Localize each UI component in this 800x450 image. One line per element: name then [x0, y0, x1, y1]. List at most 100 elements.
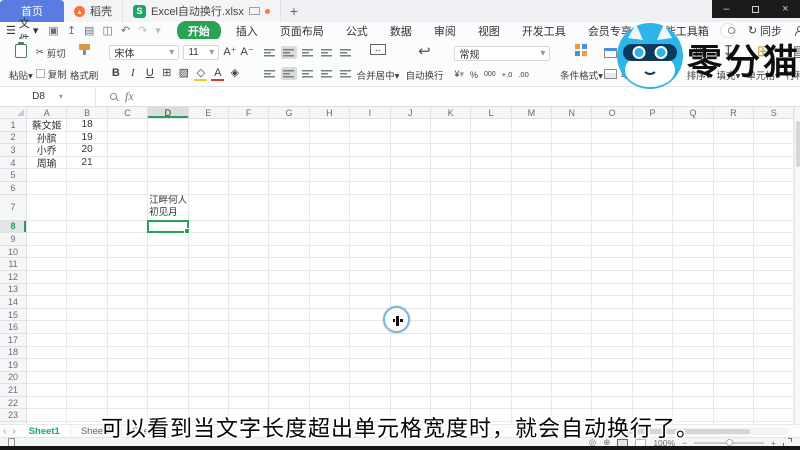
cell-B18[interactable] [67, 346, 108, 360]
cell-R13[interactable] [713, 283, 755, 297]
cell-G10[interactable] [269, 245, 310, 259]
cell-Q17[interactable] [673, 333, 714, 347]
cell-K5[interactable] [430, 169, 472, 182]
cell-P4[interactable] [632, 156, 674, 170]
cell-E12[interactable] [188, 270, 229, 284]
cell-E13[interactable] [188, 283, 229, 297]
cell-F21[interactable] [228, 384, 270, 397]
cell-D4[interactable] [148, 156, 189, 170]
cell-A19[interactable] [27, 359, 68, 372]
cell-M10[interactable] [511, 245, 553, 259]
cell-C21[interactable] [107, 384, 149, 397]
cell-L6[interactable] [471, 181, 512, 195]
cell-D18[interactable] [148, 346, 189, 360]
cell-D21[interactable] [148, 384, 189, 397]
column-header-G[interactable]: G [269, 107, 310, 119]
cell-H18[interactable] [309, 346, 351, 360]
conditional-format-button[interactable]: 条件格式▾ [558, 42, 604, 84]
cell-Q3[interactable] [673, 144, 714, 157]
tab-document[interactable]: S Excel自动换行.xlsx [123, 0, 281, 22]
minimize-button[interactable]: – [723, 3, 729, 15]
cell-H20[interactable] [309, 371, 351, 385]
cell-A4[interactable]: 周瑜 [27, 156, 68, 170]
cell-D19[interactable] [148, 359, 189, 372]
cell-Q21[interactable] [673, 384, 714, 397]
cell-B4[interactable]: 21 [67, 156, 108, 170]
cell-B14[interactable] [67, 296, 108, 309]
row-header-18[interactable]: 18 [0, 346, 27, 360]
cell-R22[interactable] [713, 396, 755, 410]
cell-C12[interactable] [107, 270, 149, 284]
column-header-H[interactable]: H [309, 107, 351, 119]
cell-E17[interactable] [188, 333, 229, 347]
row-header-10[interactable]: 10 [0, 245, 27, 259]
menu-tab-数据[interactable]: 数据 [390, 23, 412, 39]
italic-button[interactable]: I [126, 66, 139, 81]
cell-I21[interactable] [350, 384, 391, 397]
align-middle-button[interactable] [280, 46, 297, 59]
cell-N10[interactable] [552, 245, 593, 259]
cell-N4[interactable] [552, 156, 593, 170]
cell-S22[interactable] [754, 396, 795, 410]
cell-K17[interactable] [430, 333, 472, 347]
export-icon[interactable]: ↥ [67, 24, 76, 37]
column-header-N[interactable]: N [552, 107, 593, 119]
cell-A22[interactable] [27, 396, 68, 410]
cell-S11[interactable] [754, 258, 795, 271]
cell-Q16[interactable] [673, 321, 714, 334]
cell-H21[interactable] [309, 384, 351, 397]
cell-G8[interactable] [269, 220, 310, 234]
cell-S14[interactable] [754, 296, 795, 309]
cell-C6[interactable] [107, 181, 149, 195]
cell-O8[interactable] [592, 220, 633, 234]
cell-C16[interactable] [107, 321, 149, 334]
menu-tab-开发工具[interactable]: 开发工具 [522, 23, 566, 39]
cell-H5[interactable] [309, 169, 351, 182]
cell-R14[interactable] [713, 296, 755, 309]
cell-G13[interactable] [269, 283, 310, 297]
cell-L18[interactable] [471, 346, 512, 360]
cell-N20[interactable] [552, 371, 593, 385]
row-header-14[interactable]: 14 [0, 296, 27, 309]
cell-G17[interactable] [269, 333, 310, 347]
cell-L5[interactable] [471, 169, 512, 182]
cell-P19[interactable] [632, 359, 674, 372]
cell-S3[interactable] [754, 144, 795, 157]
row-header-15[interactable]: 15 [0, 308, 27, 322]
cell-H16[interactable] [309, 321, 351, 334]
cell-B6[interactable] [67, 181, 108, 195]
cell-L19[interactable] [471, 359, 512, 372]
cell-D15[interactable] [148, 308, 189, 322]
cell-G14[interactable] [269, 296, 310, 309]
cell-H1[interactable] [309, 119, 351, 132]
align-center-button[interactable] [280, 67, 297, 80]
cell-L9[interactable] [471, 233, 512, 246]
column-header-J[interactable]: J [390, 107, 431, 119]
cell-R21[interactable] [713, 384, 755, 397]
cell-C9[interactable] [107, 233, 149, 246]
cell-F1[interactable] [228, 119, 270, 132]
cell-Q7[interactable] [673, 194, 714, 221]
merge-center-button[interactable]: ↔ 合并居中▾ [354, 42, 403, 84]
font-color-button[interactable]: A [211, 67, 225, 81]
cell-I11[interactable] [350, 258, 391, 271]
cell-M15[interactable] [511, 308, 553, 322]
name-box[interactable]: D8 ▾ [0, 87, 96, 106]
cell-C2[interactable] [107, 131, 149, 145]
cell-Q15[interactable] [673, 308, 714, 322]
cell-N8[interactable] [552, 220, 593, 234]
cell-E6[interactable] [188, 181, 229, 195]
column-header-D[interactable]: D [148, 107, 189, 119]
row-header-19[interactable]: 19 [0, 359, 27, 372]
cell-F12[interactable] [228, 270, 270, 284]
cell-L14[interactable] [471, 296, 512, 309]
menu-tab-页面布局[interactable]: 页面布局 [280, 23, 324, 39]
cell-J4[interactable] [390, 156, 431, 170]
cell-A12[interactable] [27, 270, 68, 284]
cell-L17[interactable] [471, 333, 512, 347]
cell-G7[interactable] [269, 194, 310, 221]
cell-H12[interactable] [309, 270, 351, 284]
cell-C1[interactable] [107, 119, 149, 132]
cell-R1[interactable] [713, 119, 755, 132]
shrink-font-button[interactable]: A⁻ [240, 45, 253, 60]
